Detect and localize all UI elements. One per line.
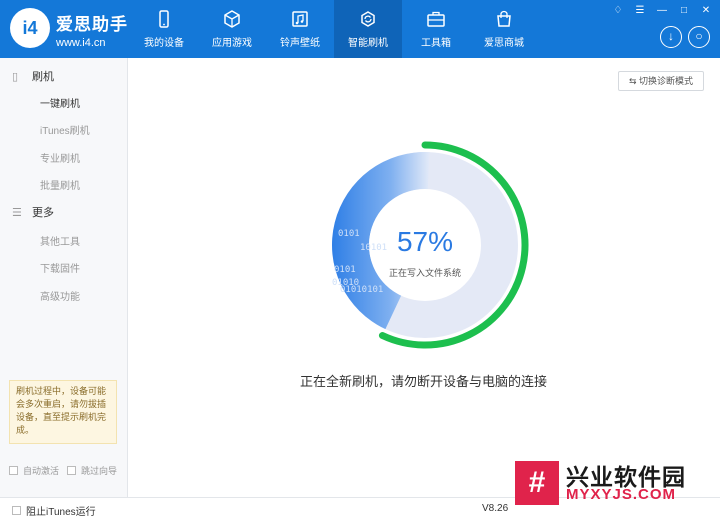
app-logo: i4	[10, 8, 50, 48]
binary-text: 0101	[334, 265, 356, 275]
sidebar-section-more[interactable]: ☰ 更多	[12, 204, 54, 220]
flash-status-message: 正在全新刷机，请勿断开设备与电脑的连接	[300, 374, 548, 389]
sidebar-item-pro-flash[interactable]: 专业刷机	[40, 150, 80, 165]
user-icon[interactable]: ○	[688, 26, 710, 48]
sidebar-item-one-click-flash[interactable]: 一键刷机	[40, 95, 80, 110]
skip-guide-checkbox[interactable]: 跳过向导	[67, 464, 117, 477]
checkbox-label: 自动激活	[23, 466, 60, 476]
progress-percent: 57%	[397, 226, 453, 257]
main-nav: 我的设备 应用游戏 铃声壁纸 智能刷机 工具箱 爱思商城	[130, 0, 538, 58]
music-folder-icon	[292, 11, 308, 27]
nav-apps-games[interactable]: 应用游戏	[198, 0, 266, 58]
checkbox-box	[67, 466, 76, 475]
version-label: V8.26	[482, 503, 509, 514]
section-label: 刷机	[32, 71, 54, 83]
sidebar-item-itunes-flash[interactable]: iTunes刷机	[40, 122, 90, 137]
checkbox-box	[9, 466, 18, 475]
sidebar-item-advanced[interactable]: 高级功能	[40, 288, 80, 303]
flash-tip: 刷机过程中，设备可能会多次重启，请勿拔插设备，直至提示刷机完成。	[9, 380, 117, 444]
phone-icon: ▯	[12, 71, 19, 83]
window-controls: ♢ ☰ — □ ✕	[612, 5, 712, 16]
button-label: 切换诊断模式	[639, 76, 694, 86]
nav-label: 应用游戏	[212, 38, 252, 49]
block-itunes-checkbox[interactable]: 阻止iTunes运行	[12, 503, 96, 518]
nav-my-device[interactable]: 我的设备	[130, 0, 198, 58]
close-icon[interactable]: ✕	[700, 5, 712, 16]
nav-smart-flash[interactable]: 智能刷机	[334, 0, 402, 58]
nav-label: 我的设备	[144, 38, 184, 49]
progress-gauge: 0101 0101 10101 01010101 01010 57% 正在写入文…	[332, 141, 529, 349]
sidebar: ▯ 刷机 一键刷机 iTunes刷机 专业刷机 批量刷机 ☰ 更多 其他工具 下载固…	[0, 58, 128, 519]
cube-icon	[224, 10, 240, 28]
brand: 爱思助手 www.i4.cn	[56, 10, 128, 49]
minimize-icon[interactable]: —	[656, 5, 668, 16]
switch-diagnostic-mode-button[interactable]: ⇆ 切换诊断模式	[618, 71, 704, 91]
nav-label: 智能刷机	[348, 38, 388, 49]
nav-label: 工具箱	[421, 38, 451, 49]
binary-text: 0101	[338, 229, 360, 239]
binary-text: 10101	[360, 243, 387, 253]
progress-subtext: 正在写入文件系统	[389, 267, 461, 278]
menu-icon: ☰	[12, 207, 22, 219]
watermark-logo: #	[515, 461, 559, 505]
nav-label: 爱思商城	[484, 38, 524, 49]
auto-activate-checkbox[interactable]: 自动激活	[9, 464, 59, 477]
nav-ringtones-wallpapers[interactable]: 铃声壁纸	[266, 0, 334, 58]
skin-icon[interactable]: ♢	[612, 5, 624, 16]
checkbox-label: 跳过向导	[81, 466, 118, 476]
binary-text: 01010	[332, 278, 359, 288]
sidebar-section-flash[interactable]: ▯ 刷机	[12, 68, 54, 84]
brand-name: 爱思助手	[56, 15, 128, 34]
section-label: 更多	[32, 207, 54, 219]
sidebar-item-other-tools[interactable]: 其他工具	[40, 233, 80, 248]
swap-icon: ⇆	[628, 76, 640, 86]
shopping-bag-icon	[497, 10, 511, 27]
sidebar-item-batch-flash[interactable]: 批量刷机	[40, 177, 80, 192]
download-icon[interactable]: ↓	[660, 26, 682, 48]
nav-toolbox[interactable]: 工具箱	[402, 0, 470, 58]
watermark-url: MYXYJS.COM	[566, 486, 677, 503]
sidebar-item-download-firmware[interactable]: 下载固件	[40, 260, 80, 275]
checkbox-label: 阻止iTunes运行	[26, 507, 96, 518]
checkbox-box	[12, 506, 21, 515]
refresh-gear-icon	[361, 11, 375, 27]
nav-label: 铃声壁纸	[280, 38, 320, 49]
menu-icon[interactable]: ☰	[634, 5, 646, 16]
brand-url: www.i4.cn	[56, 37, 106, 49]
toolbox-icon	[427, 11, 445, 27]
app-header: i4 爱思助手 www.i4.cn 我的设备 应用游戏 铃声壁纸 智能刷机 工具…	[0, 0, 720, 58]
nav-store[interactable]: 爱思商城	[470, 0, 538, 58]
phone-icon	[159, 10, 169, 28]
maximize-icon[interactable]: □	[678, 5, 690, 16]
